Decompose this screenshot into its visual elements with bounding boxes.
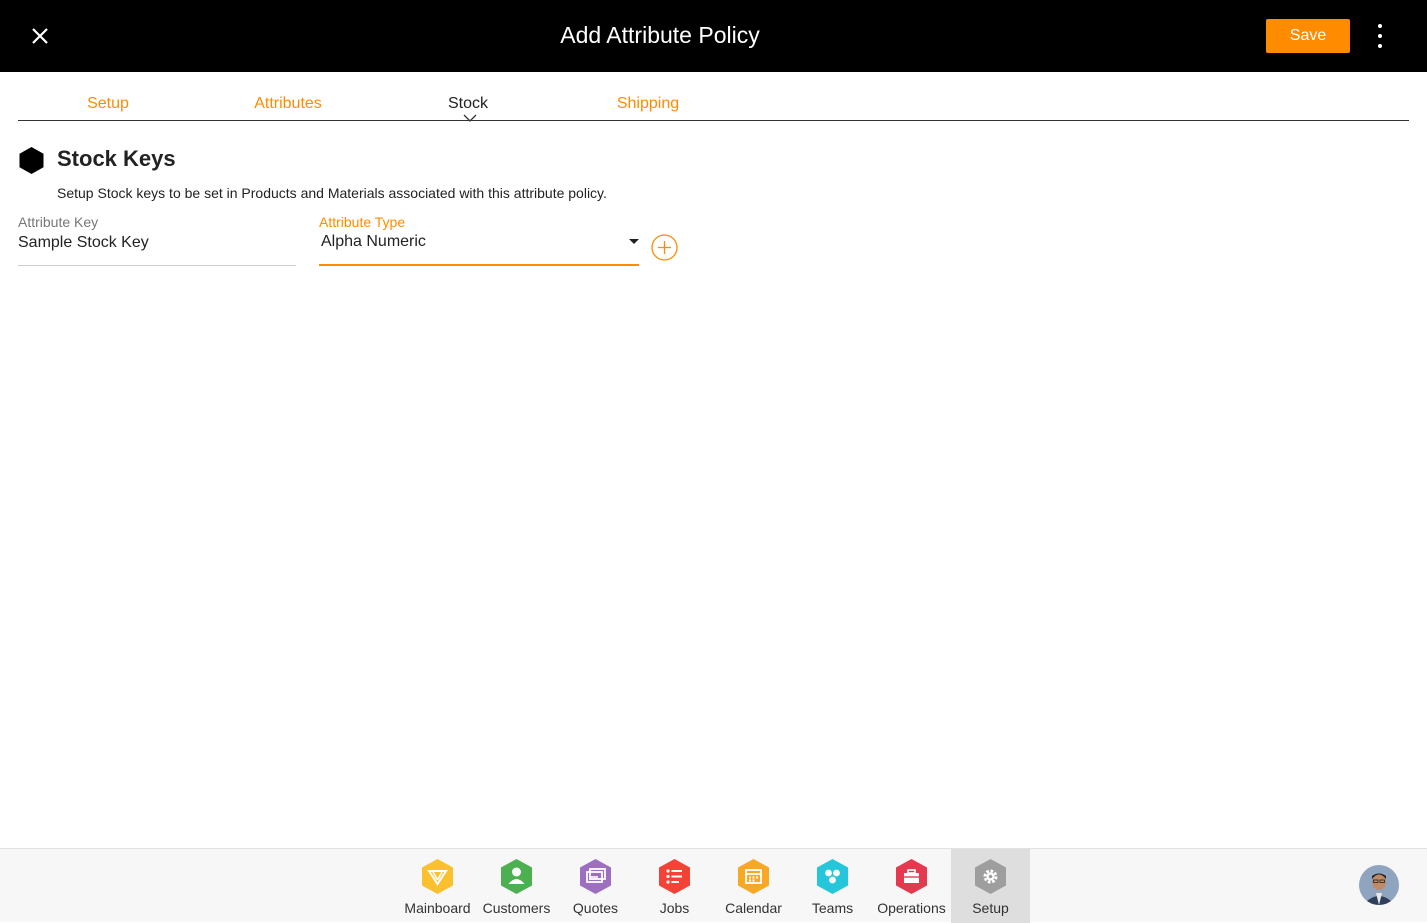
section-description: Setup Stock keys to be set in Products a… [57,185,607,201]
jobs-icon [659,859,690,894]
nav-label: Mainboard [404,900,471,916]
section-title: Stock Keys [57,146,176,171]
nav-quotes[interactable]: Quotes [556,849,635,923]
plus-circle-icon [651,234,678,261]
nav-label: Operations [877,900,946,916]
nav-customers[interactable]: Customers [477,849,556,923]
attribute-type-value: Alpha Numeric [321,233,426,250]
active-tab-indicator [463,114,477,122]
nav-label: Teams [811,900,854,916]
tab-bar: Setup Attributes Stock Shipping [18,84,1409,122]
bottom-nav: Mainboard Customers Quotes Jobs Calendar… [0,848,1427,923]
user-avatar[interactable] [1359,865,1399,905]
save-button[interactable]: Save [1266,19,1350,53]
add-stock-key-button[interactable] [651,234,678,261]
operations-icon [896,859,927,894]
hexagon-icon [19,147,44,174]
nav-setup[interactable]: Setup [951,849,1030,923]
nav-label: Jobs [659,900,690,916]
calendar-icon [738,859,769,894]
tab-setup[interactable]: Setup [48,95,168,113]
nav-label: Customers [482,900,551,916]
avatar-icon [1359,865,1399,905]
nav-label: Quotes [572,900,619,916]
attribute-type-label: Attribute Type [319,214,406,230]
attribute-key-field[interactable]: Sample Stock Key [18,233,296,266]
gear-icon [975,859,1006,894]
nav-mainboard[interactable]: Mainboard [398,849,477,923]
nav-operations[interactable]: Operations [872,849,951,923]
nav-teams[interactable]: Teams [793,849,872,923]
tab-shipping[interactable]: Shipping [588,95,708,113]
tab-attributes[interactable]: Attributes [228,95,348,113]
more-options-icon[interactable] [1368,22,1392,50]
mainboard-icon [422,859,453,894]
page-title: Add Attribute Policy [560,22,760,48]
top-bar: Add Attribute Policy Save [0,0,1427,72]
nav-label: Setup [972,900,1009,916]
nav-label: Calendar [725,900,782,916]
attribute-key-label: Attribute Key [18,214,99,230]
attribute-type-select[interactable]: Alpha Numeric [319,231,639,266]
nav-calendar[interactable]: Calendar [714,849,793,923]
quotes-icon [580,859,611,894]
teams-icon [817,859,848,894]
caret-down-icon [629,239,639,244]
tab-stock[interactable]: Stock [408,95,528,113]
customer-icon [501,859,532,894]
nav-jobs[interactable]: Jobs [635,849,714,923]
